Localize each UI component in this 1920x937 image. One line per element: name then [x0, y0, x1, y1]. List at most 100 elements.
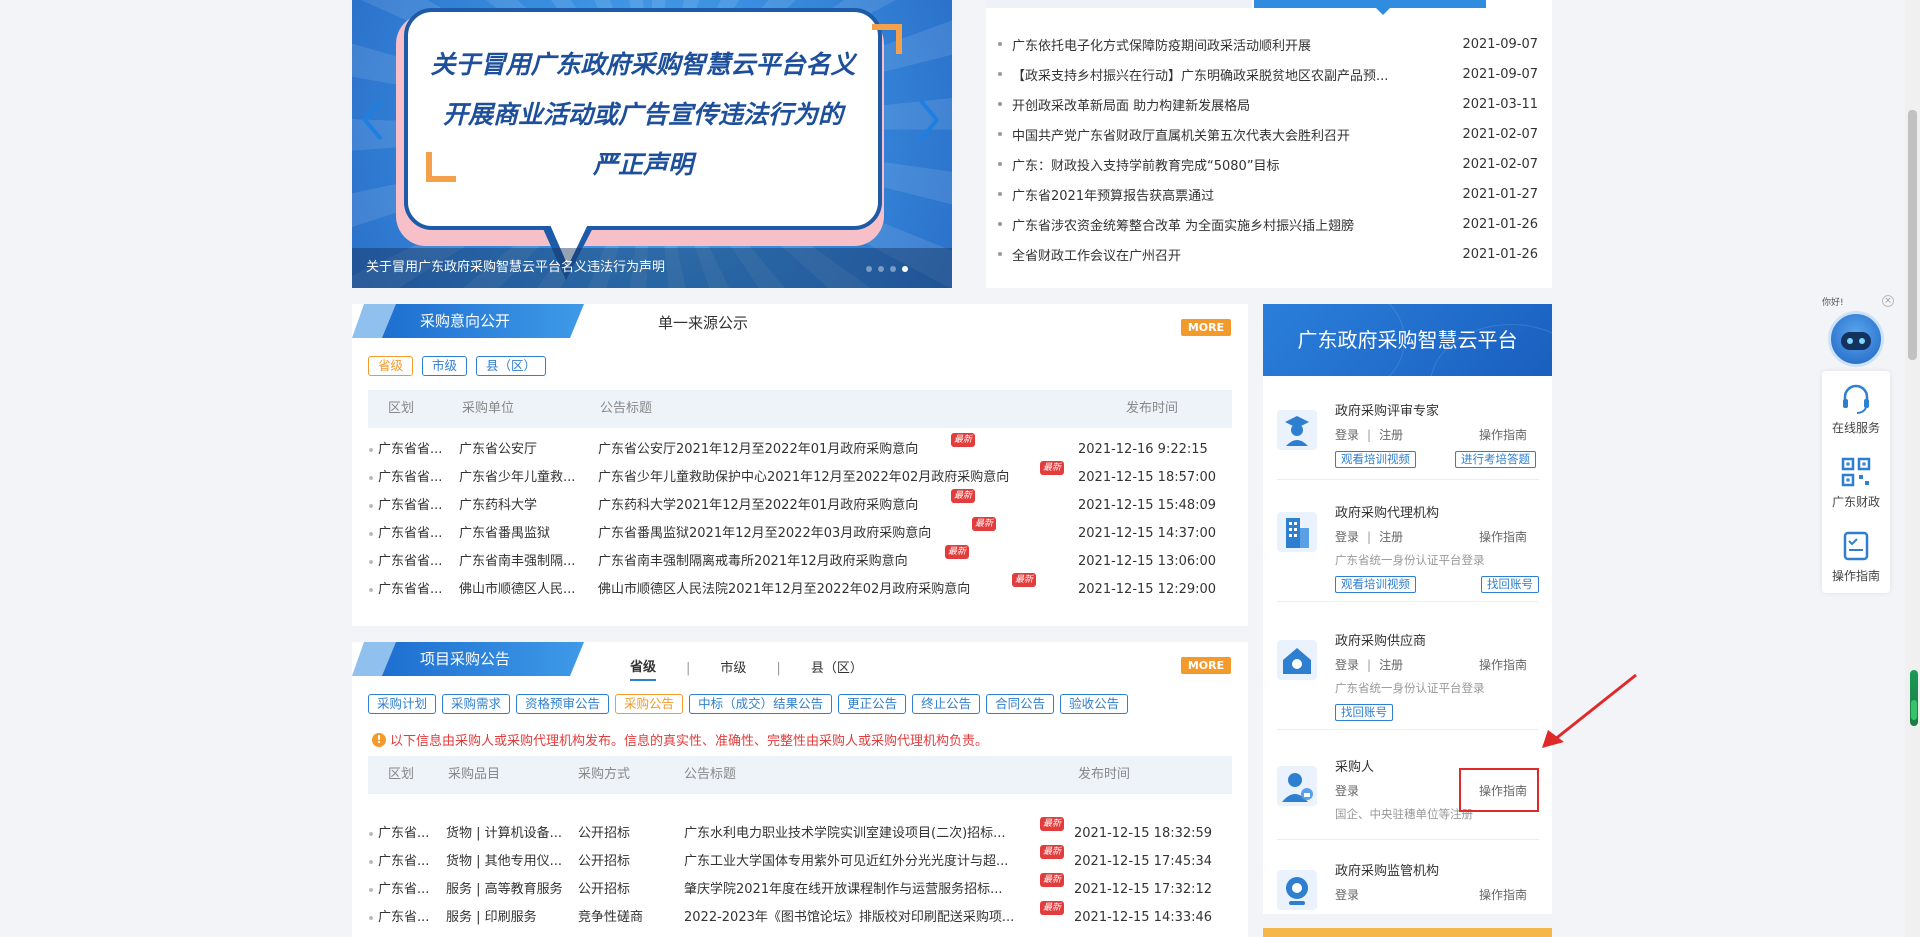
robot-assistant-icon[interactable] — [1828, 311, 1884, 367]
banner-headline-line: 开展商业活动或广告宣传违法行为的 — [442, 100, 843, 129]
table-row[interactable]: 广东省... 服务 | 印刷服务 竞争性磋商 2022-2023年《图书馆论坛》排版校… — [368, 901, 1232, 932]
gd-finance-item[interactable]: 广东财政 — [1822, 455, 1890, 510]
recover-account-button[interactable]: 找回账号 — [1481, 576, 1539, 593]
cell-title[interactable]: 广东省南丰强制隔离戒毒所2021年12月政府采购意向 — [598, 548, 958, 576]
news-item[interactable]: 广东省2021年预算报告获高票通过 2021-01-27 — [998, 179, 1538, 209]
project-more-button[interactable]: MORE — [1181, 657, 1231, 674]
table-row[interactable]: 广东省... 服务 | 高等教育服务 公开招标 肇庆学院2021年度在线开放课程制作与… — [368, 873, 1232, 904]
type-acceptance[interactable]: 验收公告 — [1060, 694, 1129, 714]
register-link[interactable]: 注册 — [1379, 530, 1403, 544]
news-item[interactable]: 中国共产党广东省财政厅直属机关第五次代表大会胜利召开 2021-02-07 — [998, 119, 1538, 149]
cell-title[interactable]: 广东工业大学国体专用紫外可见近红外分光光度计与超... — [684, 848, 1034, 876]
cell-title[interactable]: 广东省番禺监狱2021年12月至2022年03月政府采购意向 — [598, 520, 968, 548]
purchaser-register-note[interactable]: 国企、中央驻穗单位等注册 — [1335, 806, 1473, 822]
cell-title[interactable]: 广东药科大学2021年12月至2022年01月政府采购意向 — [598, 492, 958, 520]
news-item[interactable]: 【政采支持乡村振兴在行动】广东明确政采脱贫地区农副产品预... 2021-09-0… — [998, 59, 1538, 89]
news-item[interactable]: 全省财政工作会议在广州召开 2021-01-26 — [998, 239, 1538, 269]
news-title[interactable]: 广东省涉农资金统筹整合改革 为全面实施乡村振兴插上翅膀 — [1012, 215, 1448, 234]
level-province[interactable]: 省级 — [368, 356, 414, 376]
guide-link[interactable]: 操作指南 — [1479, 528, 1527, 545]
banner-next-arrow-icon[interactable] — [918, 98, 940, 142]
table-row[interactable]: 广东省省... 佛山市顺德区人民... 佛山市顺德区人民法院2021年12月至202… — [368, 573, 1232, 604]
level-city[interactable]: 市级 — [422, 356, 468, 376]
page-scrollbar[interactable] — [1905, 0, 1920, 937]
news-tab-active[interactable] — [1254, 0, 1486, 8]
type-prequalification[interactable]: 资格预审公告 — [516, 694, 610, 714]
table-row[interactable]: 广东省省... 广东省公安厅 广东省公安厅2021年12月至2022年01月政府采购… — [368, 433, 1232, 464]
project-tab-ribbon[interactable]: 项目采购公告 — [352, 642, 584, 676]
level-province[interactable]: 省级 — [630, 656, 657, 681]
table-row[interactable]: 广东省省... 广东药科大学 广东药科大学2021年12月至2022年01月政府采购… — [368, 489, 1232, 520]
login-link[interactable]: 登录 — [1335, 530, 1359, 544]
online-service-item[interactable]: 在线服务 — [1822, 381, 1890, 436]
guide-link[interactable]: 操作指南 — [1479, 886, 1527, 903]
news-banner-carousel[interactable]: 关于冒用广东政府采购智慧云平台名义 开展商业活动或广告宣传违法行为的 严正声明 … — [352, 0, 952, 288]
news-title[interactable]: 广东省2021年预算报告获高票通过 — [1012, 185, 1448, 204]
unified-auth-link[interactable]: 广东省统一身份认证平台登录 — [1335, 680, 1485, 696]
recover-account-button[interactable]: 找回账号 — [1335, 704, 1393, 721]
training-video-button[interactable]: 观看培训视频 — [1335, 451, 1416, 468]
table-row[interactable]: 广东省省... 广东省南丰强制隔... 广东省南丰强制隔离戒毒所2021年12月政府… — [368, 545, 1232, 576]
banner-dot[interactable] — [878, 266, 884, 272]
cell-title[interactable]: 广东省公安厅2021年12月至2022年01月政府采购意向 — [598, 436, 958, 464]
login-link[interactable]: 登录 — [1335, 428, 1359, 442]
scrollbar-thumb[interactable] — [1908, 110, 1917, 360]
news-title[interactable]: 广东：财政投入支持学前教育完成“5080”目标 — [1012, 155, 1448, 174]
register-link[interactable]: 注册 — [1379, 658, 1403, 672]
cell-unit: 广东药科大学 — [459, 498, 538, 513]
type-award-result[interactable]: 中标（成交）结果公告 — [689, 694, 833, 714]
news-title[interactable]: 全省财政工作会议在广州召开 — [1012, 245, 1448, 264]
news-item[interactable]: 开创政采改革新局面 助力构建新发展格局 2021-03-11 — [998, 89, 1538, 119]
type-correction[interactable]: 更正公告 — [838, 694, 907, 714]
tab-single-source[interactable]: 单一来源公示 — [658, 312, 748, 333]
table-row[interactable]: 广东省... 货物 | 计算机设备... 公开招标 广东水利电力职业技术学院实训室建设… — [368, 817, 1232, 848]
link-separator: | — [1367, 428, 1372, 442]
news-item[interactable]: 广东依托电子化方式保障防疫期间政采活动顺利开展 2021-09-07 — [998, 29, 1538, 59]
training-video-button[interactable]: 观看培训视频 — [1335, 576, 1416, 593]
news-tab[interactable] — [986, 0, 1252, 8]
guide-link[interactable]: 操作指南 — [1479, 656, 1527, 673]
banner-dot[interactable] — [866, 266, 872, 272]
type-demand[interactable]: 采购需求 — [442, 694, 511, 714]
guide-link[interactable]: 操作指南 — [1479, 426, 1527, 443]
news-title[interactable]: 中国共产党广东省财政厅直属机关第五次代表大会胜利召开 — [1012, 125, 1448, 144]
cell-title[interactable]: 2022-2023年《图书馆论坛》排版校对印刷配送采购项... — [684, 904, 1034, 932]
table-row[interactable]: 广东省... 货物 | 其他专用仪... 公开招标 广东工业大学国体专用紫外可见近红外… — [368, 845, 1232, 876]
news-title[interactable]: 广东依托电子化方式保障防疫期间政采活动顺利开展 — [1012, 35, 1448, 54]
type-plan[interactable]: 采购计划 — [368, 694, 437, 714]
register-link[interactable]: 注册 — [1379, 428, 1403, 442]
cell-title[interactable]: 广东水利电力职业技术学院实训室建设项目(二次)招标... — [684, 820, 1034, 848]
level-county[interactable]: 县（区） — [476, 356, 547, 376]
banner-dot-active[interactable] — [902, 266, 908, 272]
banner-dot[interactable] — [890, 266, 896, 272]
cell-title[interactable]: 佛山市顺德区人民法院2021年12月至2022年02月政府采购意向 — [598, 576, 1018, 604]
news-date: 2021-01-26 — [1462, 216, 1538, 232]
type-termination[interactable]: 终止公告 — [912, 694, 981, 714]
news-title[interactable]: 开创政采改革新局面 助力构建新发展格局 — [1012, 95, 1448, 114]
banner-caption[interactable]: 关于冒用广东政府采购智慧云平台名义违法行为声明 — [352, 248, 952, 288]
login-link[interactable]: 登录 — [1335, 784, 1359, 798]
tab-project-announcement[interactable]: 项目采购公告 — [382, 642, 584, 676]
tab-intent-public[interactable]: 采购意向公开 — [382, 304, 584, 338]
cell-title[interactable]: 肇庆学院2021年度在线开放课程制作与运营服务招标... — [684, 876, 1034, 904]
operation-guide-item[interactable]: 操作指南 — [1822, 529, 1890, 584]
table-row[interactable]: 广东省省... 广东省番禺监狱 广东省番禺监狱2021年12月至2022年03月政府… — [368, 517, 1232, 548]
close-icon[interactable]: × — [1882, 295, 1894, 307]
level-city[interactable]: 市级 — [720, 657, 746, 680]
banner-pager-dots[interactable] — [866, 266, 908, 272]
login-link[interactable]: 登录 — [1335, 658, 1359, 672]
type-procurement-announcement[interactable]: 采购公告 — [615, 694, 684, 714]
intent-more-button[interactable]: MORE — [1181, 319, 1231, 336]
news-item[interactable]: 广东省涉农资金统筹整合改革 为全面实施乡村振兴插上翅膀 2021-01-26 — [998, 209, 1538, 239]
intent-tab-ribbon[interactable]: 采购意向公开 — [352, 304, 584, 338]
cell-title[interactable]: 广东省少年儿童救助保护中心2021年12月至2022年02月政府采购意向 — [598, 464, 1038, 492]
news-title[interactable]: 【政采支持乡村振兴在行动】广东明确政采脱贫地区农副产品预... — [1012, 65, 1448, 84]
login-link[interactable]: 登录 — [1335, 888, 1359, 902]
unified-auth-link[interactable]: 广东省统一身份认证平台登录 — [1335, 552, 1485, 568]
news-item[interactable]: 广东：财政投入支持学前教育完成“5080”目标 2021-02-07 — [998, 149, 1538, 179]
banner-prev-arrow-icon[interactable] — [362, 98, 384, 142]
table-row[interactable]: 广东省省... 广东省少年儿童救... 广东省少年儿童救助保护中心2021年12月至… — [368, 461, 1232, 492]
exam-button[interactable]: 进行考培答题 — [1455, 451, 1536, 468]
type-contract[interactable]: 合同公告 — [986, 694, 1055, 714]
level-county[interactable]: 县（区） — [811, 657, 863, 680]
